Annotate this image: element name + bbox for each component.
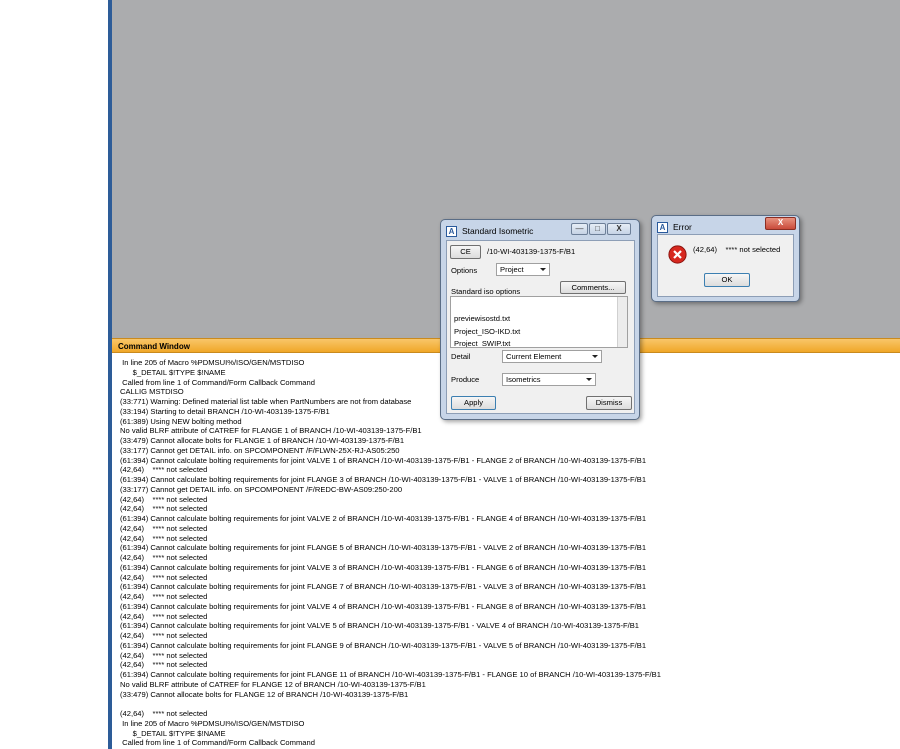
error-body: (42,64) **** not selected OK bbox=[657, 234, 794, 297]
output-line: (42,64) **** not selected bbox=[120, 631, 208, 640]
comments-button[interactable]: Comments... bbox=[560, 281, 626, 294]
close-button[interactable]: X bbox=[607, 223, 631, 235]
output-line: Called from line 1 of Command/Form Callb… bbox=[120, 738, 315, 748]
options-select[interactable]: Project bbox=[496, 263, 550, 276]
dialog-body: CE /10-WI-403139-1375-F/B1 Options Proje… bbox=[446, 240, 635, 414]
output-line: (42,64) **** not selected bbox=[120, 611, 208, 621]
dialog-titlebar[interactable]: A Standard Isometric — □ X bbox=[441, 220, 639, 240]
output-line: (33:177) Cannot get DETAIL info. on SPCO… bbox=[120, 484, 403, 494]
output-line: (42,64) **** not selected bbox=[120, 660, 208, 670]
chevron-down-icon bbox=[592, 355, 598, 358]
list-item[interactable]: Project_SWIP.txt bbox=[454, 338, 510, 347]
app-icon: A bbox=[657, 222, 668, 233]
output-line: (42,64) **** not selected bbox=[120, 504, 208, 514]
maximize-button[interactable]: □ bbox=[589, 223, 606, 235]
ce-button[interactable]: CE bbox=[450, 245, 481, 259]
list-scrollbar[interactable] bbox=[617, 297, 627, 347]
output-line: (61:394) Cannot calculate bolting requir… bbox=[120, 514, 647, 523]
output-line: (33:177) Cannot get DETAIL info. on SPCO… bbox=[120, 445, 400, 455]
output-line: (42,64) **** not selected bbox=[120, 465, 208, 475]
output-line: (61:394) Cannot calculate bolting requir… bbox=[120, 670, 661, 679]
app-icon: A bbox=[446, 226, 457, 237]
list-item[interactable]: Project_ISO-IKD.txt bbox=[454, 326, 520, 337]
left-pane bbox=[0, 0, 108, 749]
produce-label: Produce bbox=[451, 375, 480, 384]
chevron-down-icon bbox=[586, 378, 592, 381]
current-element-label: /10-WI-403139-1375-F/B1 bbox=[487, 247, 576, 256]
output-line: (42,64) **** not selected bbox=[120, 494, 208, 504]
detail-select-value: Current Element bbox=[506, 352, 562, 361]
standard-isometric-dialog: A Standard Isometric — □ X CE /10-WI-403… bbox=[440, 219, 640, 420]
error-x-icon bbox=[668, 245, 687, 264]
ok-button[interactable]: OK bbox=[704, 273, 750, 287]
output-line: (42,64) **** not selected bbox=[120, 650, 208, 660]
detail-label: Detail bbox=[451, 352, 471, 361]
output-line: No valid BLRF attribute of CATREF for FL… bbox=[120, 679, 426, 689]
output-line: (42,64) **** not selected bbox=[120, 709, 208, 718]
output-line: (61:394) Cannot calculate bolting requir… bbox=[120, 543, 647, 553]
output-line: (42,64) **** not selected bbox=[120, 572, 208, 582]
std-options-list[interactable]: previewisostd.txt Project_ISO-IKD.txt Pr… bbox=[450, 296, 628, 348]
error-message: (42,64) **** not selected bbox=[693, 245, 781, 254]
produce-select[interactable]: Isometrics bbox=[502, 373, 596, 386]
error-titlebar[interactable]: A Error X bbox=[652, 216, 799, 236]
output-line: (33:479) Cannot allocate bolts for FLANG… bbox=[120, 689, 409, 699]
output-line: (61:394) Cannot calculate bolting requir… bbox=[120, 640, 647, 650]
minimize-button[interactable]: — bbox=[571, 223, 588, 235]
output-line: (61:394) Cannot calculate bolting requir… bbox=[120, 621, 640, 631]
apply-button[interactable]: Apply bbox=[451, 396, 496, 410]
output-line: (33:479) Cannot allocate bolts for FLANG… bbox=[120, 436, 405, 445]
error-dialog: A Error X (42,64) **** not selected OK bbox=[651, 215, 800, 302]
options-select-value: Project bbox=[500, 265, 524, 274]
list-item[interactable]: previewisostd.txt bbox=[454, 313, 510, 324]
output-line: No valid BLRF attribute of CATREF for FL… bbox=[120, 426, 422, 436]
chevron-down-icon bbox=[540, 268, 546, 271]
close-button[interactable]: X bbox=[765, 217, 796, 230]
dialog-title: Standard Isometric bbox=[462, 226, 534, 236]
error-title: Error bbox=[673, 222, 692, 232]
output-line: (61:394) Cannot calculate bolting requir… bbox=[120, 475, 647, 484]
output-line: (42,64) **** not selected bbox=[120, 592, 208, 601]
dismiss-button[interactable]: Dismiss bbox=[586, 396, 632, 410]
options-label: Options bbox=[451, 266, 478, 275]
output-line: (61:394) Cannot calculate bolting requir… bbox=[120, 562, 647, 572]
produce-select-value: Isometrics bbox=[506, 375, 541, 384]
output-line: (61:394) Cannot calculate bolting requir… bbox=[120, 582, 647, 592]
output-line: (42,64) **** not selected bbox=[120, 523, 208, 533]
output-line: (42,64) **** not selected bbox=[120, 553, 208, 562]
output-line: (61:394) Cannot calculate bolting requir… bbox=[120, 601, 647, 611]
output-line: (42,64) **** not selected bbox=[120, 533, 208, 543]
output-line: (61:394) Cannot calculate bolting requir… bbox=[120, 455, 647, 465]
detail-select[interactable]: Current Element bbox=[502, 350, 602, 363]
output-line: In line 205 of Macro %PDMSUI%/ISO/GEN/MS… bbox=[120, 718, 305, 728]
output-line: $_DETAIL $!TYPE $!NAME bbox=[120, 728, 226, 738]
command-window-title: Command Window bbox=[118, 342, 190, 351]
